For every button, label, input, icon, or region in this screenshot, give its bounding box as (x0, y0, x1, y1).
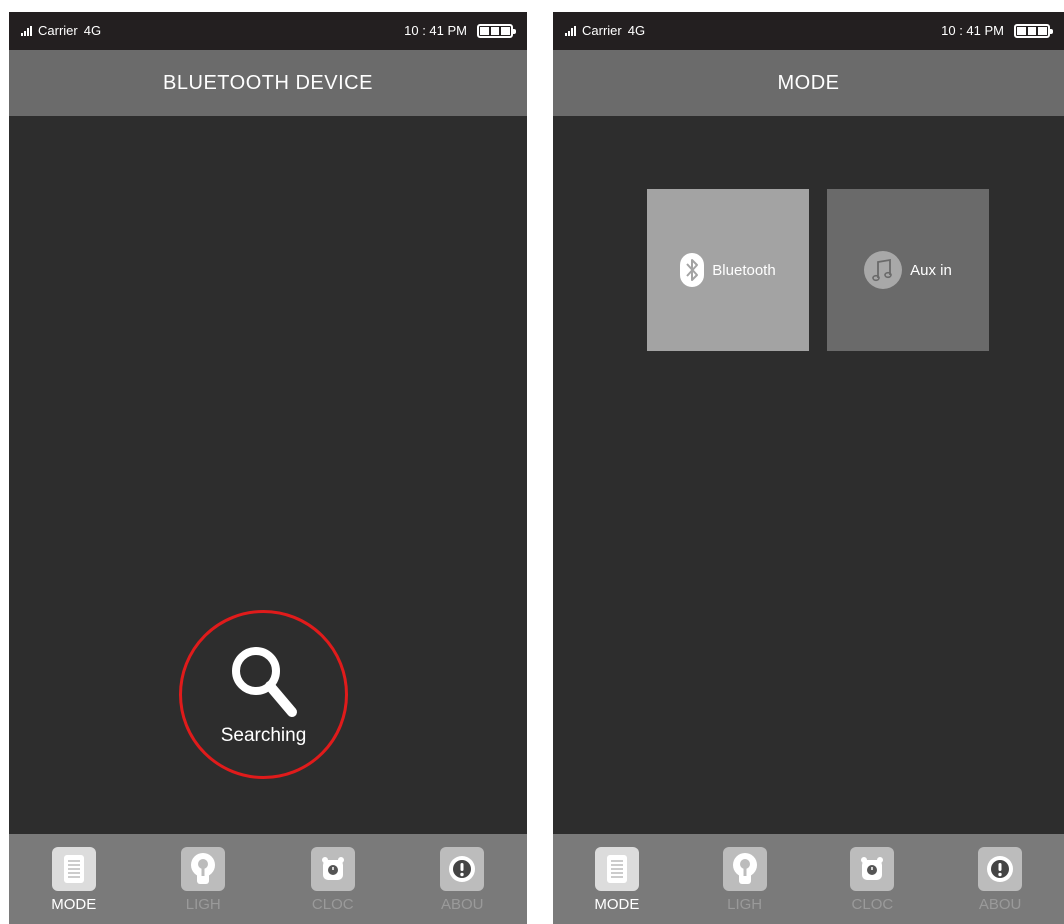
carrier-label: Carrier (38, 23, 78, 38)
bottom-tab-bar: MODE LIGH CLOC ABOU (9, 834, 527, 924)
searching-label: Searching (220, 725, 307, 746)
aux-in-mode-button[interactable]: Aux in (827, 189, 989, 351)
mode-screen: Carrier 4G 10 : 41 PM MODE Bluetooth Aux… (553, 12, 1064, 924)
tab-label: CLOC (311, 896, 354, 913)
tab-label: CLOC (851, 896, 894, 913)
tab-label: MODE (51, 896, 97, 913)
network-label: 4G (83, 23, 102, 38)
tab-label: ABOU (978, 896, 1022, 913)
alarm-clock-icon (310, 847, 355, 891)
info-icon (440, 847, 485, 891)
mode-label: Aux in (910, 261, 952, 279)
bottom-tab-bar: MODE LIGH CLOC ABOU (553, 834, 1064, 924)
battery-icon (477, 23, 516, 38)
tab-label: MODE (594, 896, 640, 913)
tab-about[interactable]: ABOU (398, 834, 528, 924)
bulb-icon (181, 847, 226, 891)
status-bar: Carrier 4G 10 : 41 PM (9, 12, 527, 50)
network-label: 4G (627, 23, 646, 38)
bluetooth-mode-button[interactable]: Bluetooth (647, 189, 809, 351)
music-note-icon (864, 251, 903, 289)
tab-mode[interactable]: MODE (553, 834, 681, 924)
signal-icon (565, 25, 576, 36)
status-bar: Carrier 4G 10 : 41 PM (553, 12, 1064, 50)
page-title: BLUETOOTH DEVICE (9, 50, 527, 116)
mode-area: Bluetooth Aux in (553, 116, 1064, 834)
tab-mode[interactable]: MODE (9, 834, 139, 924)
signal-icon (21, 25, 32, 36)
tab-clock[interactable]: CLOC (809, 834, 937, 924)
tab-clock[interactable]: CLOC (268, 834, 398, 924)
device-list-area: Searching (9, 116, 527, 834)
time-label: 10 : 41 PM (404, 23, 467, 38)
tab-light[interactable]: LIGH (139, 834, 269, 924)
time-label: 10 : 41 PM (941, 23, 1004, 38)
carrier-label: Carrier (582, 23, 622, 38)
bulb-icon (722, 847, 767, 891)
list-icon (594, 847, 639, 891)
mode-label: Bluetooth (712, 261, 776, 279)
search-button[interactable]: Searching (179, 610, 348, 779)
info-icon (978, 847, 1023, 891)
search-icon (231, 647, 297, 717)
page-title: MODE (553, 50, 1064, 116)
tab-label: LIGH (185, 896, 221, 913)
tab-label: ABOU (440, 896, 484, 913)
bluetooth-icon (680, 253, 705, 287)
bluetooth-device-screen: Carrier 4G 10 : 41 PM BLUETOOTH DEVICE S… (9, 12, 527, 924)
tab-light[interactable]: LIGH (681, 834, 809, 924)
tab-label: LIGH (727, 896, 763, 913)
tab-about[interactable]: ABOU (936, 834, 1064, 924)
list-icon (51, 847, 96, 891)
battery-icon (1014, 23, 1053, 38)
alarm-clock-icon (850, 847, 895, 891)
